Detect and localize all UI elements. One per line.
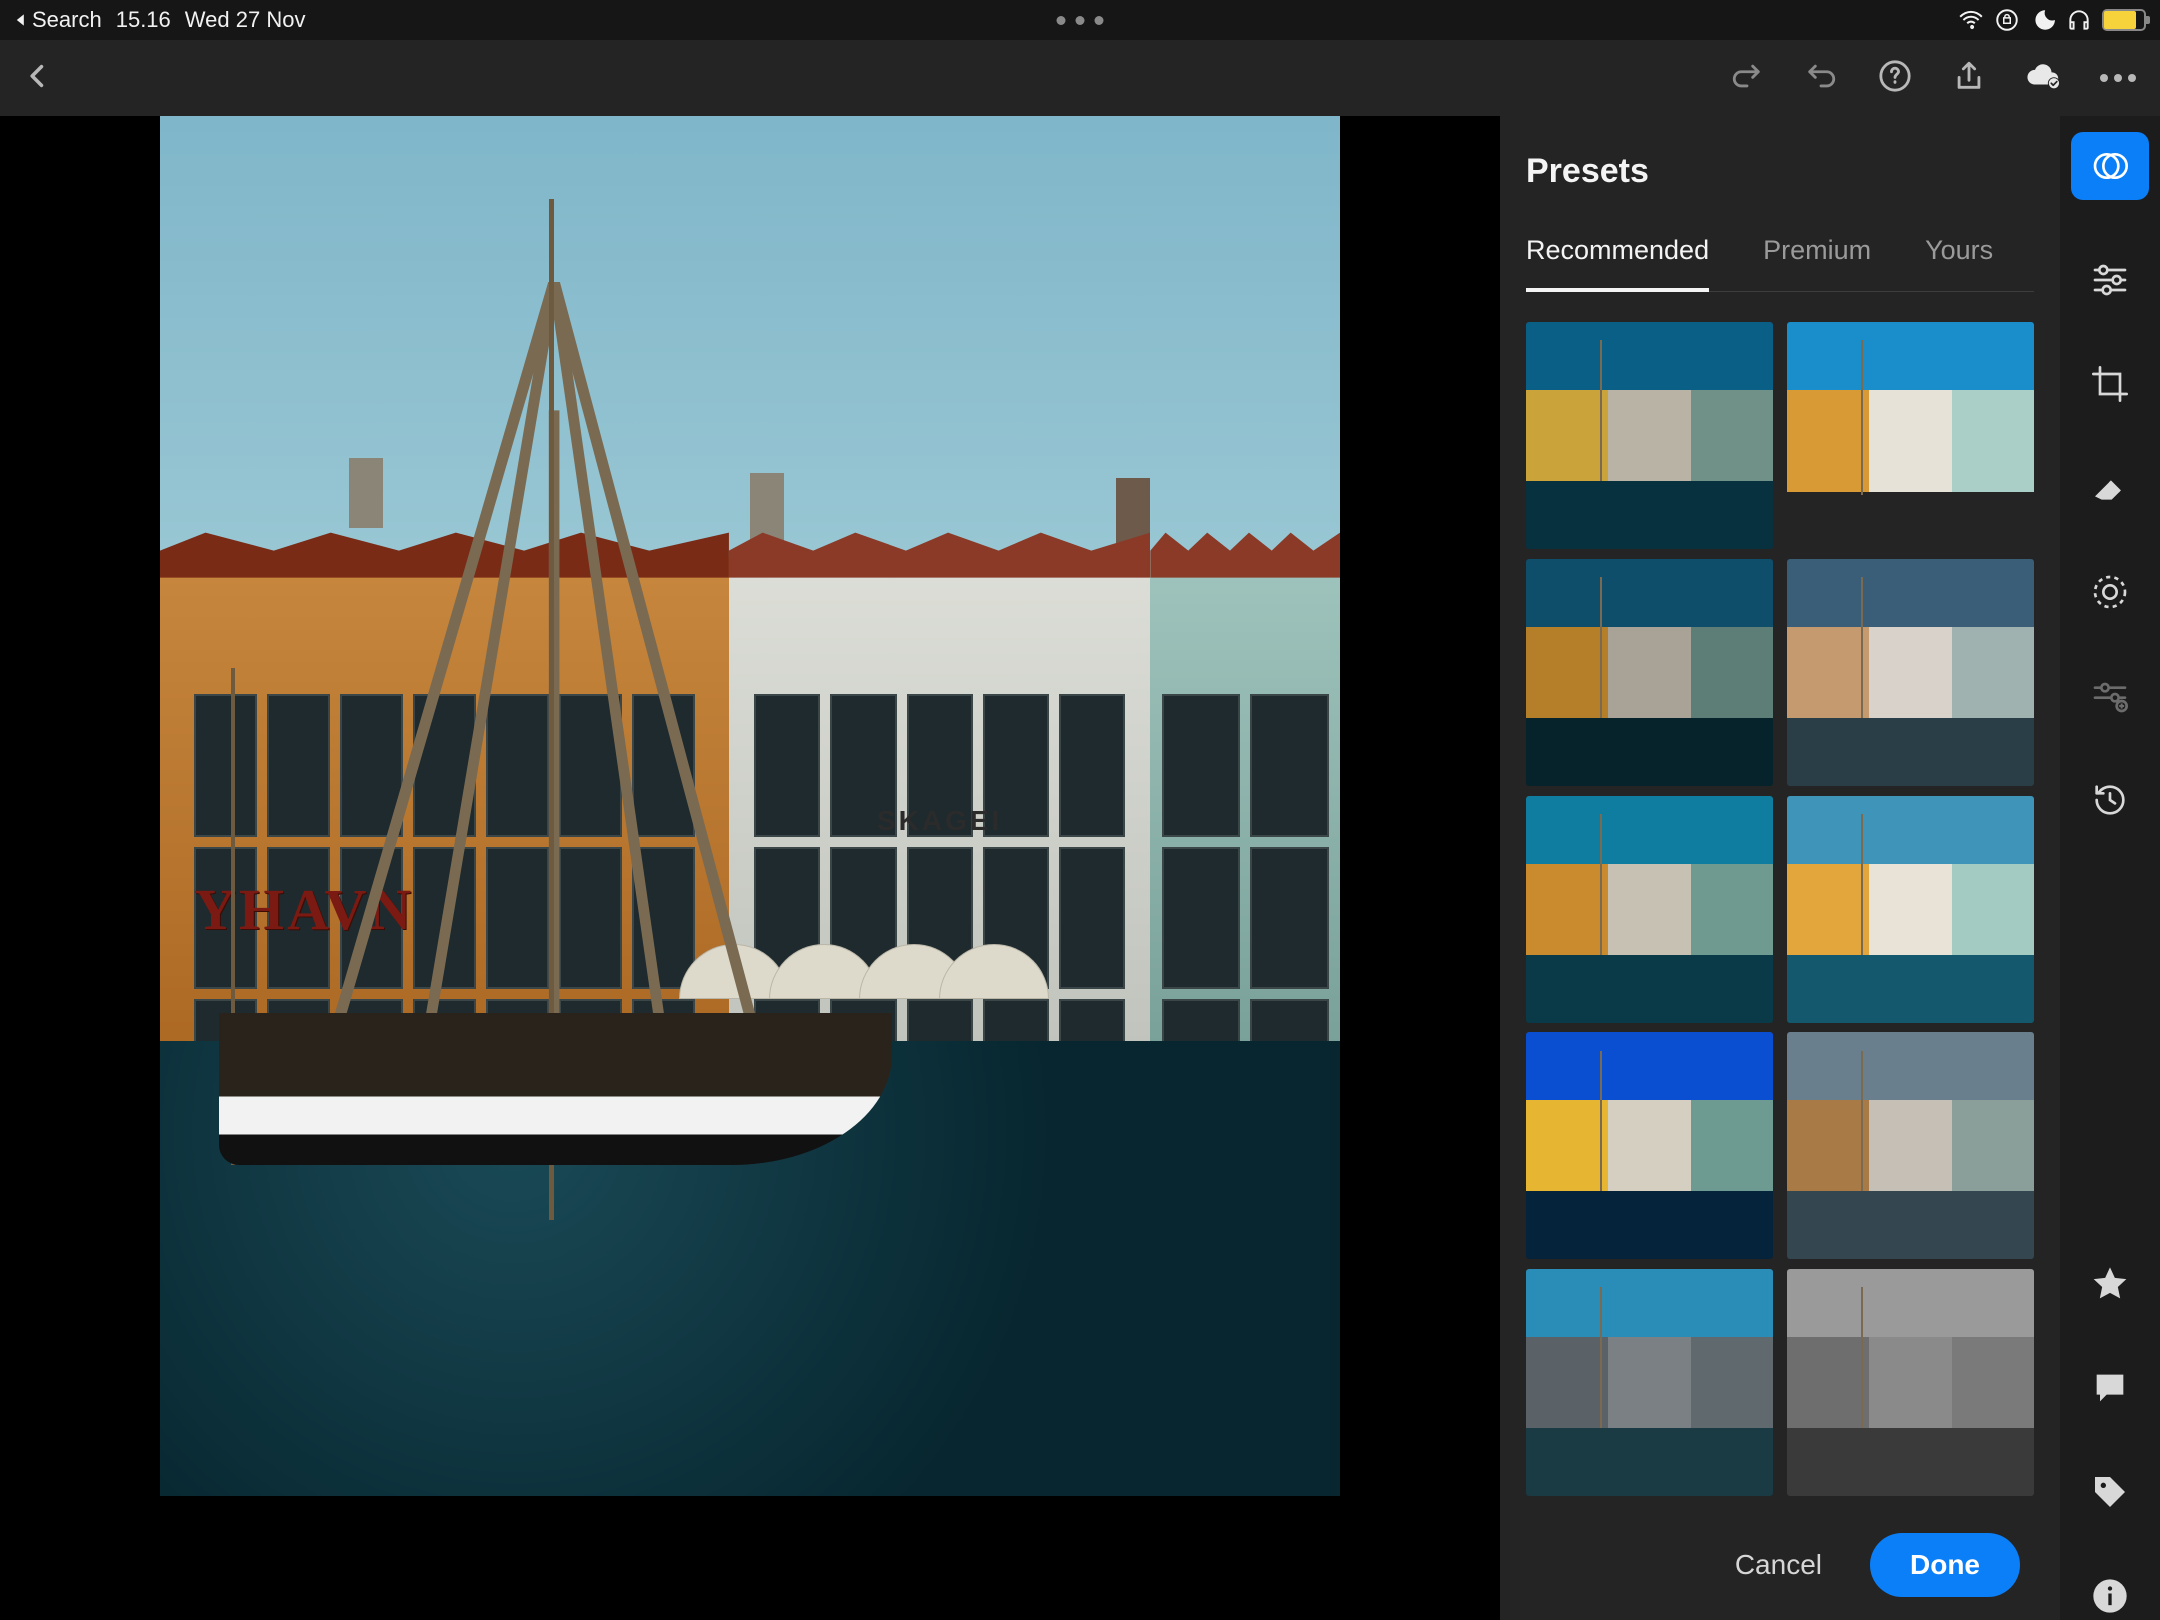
crop-tool[interactable] (2086, 360, 2134, 408)
preset-thumbnail-grid (1526, 322, 2034, 1502)
presets-panel: Presets Recommended Premium Yours Cancel… (1500, 116, 2060, 1620)
preset-tabs: Recommended Premium Yours (1526, 235, 2034, 292)
preset-thumb[interactable] (1526, 1032, 1773, 1259)
help-button[interactable] (1878, 59, 1912, 98)
redo-button[interactable] (1730, 59, 1764, 98)
wifi-icon (1958, 7, 1984, 33)
tab-recommended[interactable]: Recommended (1526, 235, 1709, 292)
info-tool[interactable] (2086, 1572, 2134, 1620)
undo-icon (1804, 59, 1838, 93)
back-button[interactable] (24, 62, 52, 95)
radial-mask-icon (2090, 572, 2130, 612)
orientation-lock-icon (1994, 7, 2020, 33)
versions-tool[interactable] (2086, 776, 2134, 824)
adjust-tool[interactable] (2086, 256, 2134, 304)
sliders-icon (2090, 260, 2130, 300)
battery-icon (2102, 9, 2146, 31)
panel-title: Presets (1526, 152, 2034, 191)
star-icon (2090, 1264, 2130, 1304)
share-icon (1952, 59, 1986, 93)
return-app-label: Search (32, 7, 102, 33)
moon-icon (2030, 7, 2056, 33)
ipad-status-bar: Search 15.16 Wed 27 Nov (0, 0, 2160, 40)
preset-thumb[interactable] (1526, 322, 1773, 549)
comments-tool[interactable] (2086, 1364, 2134, 1412)
multitask-dots[interactable] (1057, 16, 1104, 25)
history-icon (2090, 780, 2130, 820)
crop-icon (2090, 364, 2130, 404)
masking-tool[interactable] (2086, 568, 2134, 616)
eraser-icon (2090, 468, 2130, 508)
cloud-sync-button[interactable] (2026, 59, 2060, 98)
status-date: Wed 27 Nov (185, 7, 306, 33)
info-icon (2090, 1576, 2130, 1616)
point-color-tool[interactable] (2086, 672, 2134, 720)
cancel-button[interactable]: Cancel (1735, 1549, 1822, 1581)
tab-premium[interactable]: Premium (1763, 235, 1871, 291)
preset-thumb[interactable] (1526, 796, 1773, 1023)
keywords-tool[interactable] (2086, 1468, 2134, 1516)
presets-icon (2090, 146, 2130, 186)
tab-yours[interactable]: Yours (1925, 235, 1993, 291)
preset-thumb[interactable] (1787, 1269, 2034, 1496)
edited-photo: YHAVN SKAGEI (160, 116, 1340, 1496)
caret-left-icon (14, 13, 28, 27)
presets-tool[interactable] (2071, 132, 2149, 200)
share-button[interactable] (1952, 59, 1986, 98)
comment-icon (2090, 1368, 2130, 1408)
image-canvas[interactable]: YHAVN SKAGEI (0, 116, 1500, 1620)
help-icon (1878, 59, 1912, 93)
undo-button[interactable] (1804, 59, 1838, 98)
return-to-app[interactable]: Search (14, 7, 102, 33)
done-button[interactable]: Done (1870, 1533, 2020, 1597)
edit-tool-rail (2060, 116, 2160, 1620)
rating-tool[interactable] (2086, 1260, 2134, 1308)
skagen-label: SKAGEI (877, 805, 1002, 837)
preset-thumb[interactable] (1526, 1269, 1773, 1496)
healing-tool[interactable] (2086, 464, 2134, 512)
preset-thumb[interactable] (1526, 559, 1773, 786)
preset-thumb[interactable] (1787, 1032, 2034, 1259)
cloud-check-icon (2026, 59, 2060, 93)
preset-thumb[interactable] (1787, 559, 2034, 786)
preset-thumb[interactable] (1787, 322, 2034, 549)
app-toolbar (0, 40, 2160, 116)
preset-thumb[interactable] (1787, 796, 2034, 1023)
more-options-button[interactable] (2100, 74, 2136, 82)
status-time: 15.16 (116, 7, 171, 33)
chevron-left-icon (24, 62, 52, 90)
redo-icon (1730, 59, 1764, 93)
headphones-icon (2066, 7, 2092, 33)
tag-icon (2090, 1472, 2130, 1512)
sliders-dot-icon (2090, 676, 2130, 716)
